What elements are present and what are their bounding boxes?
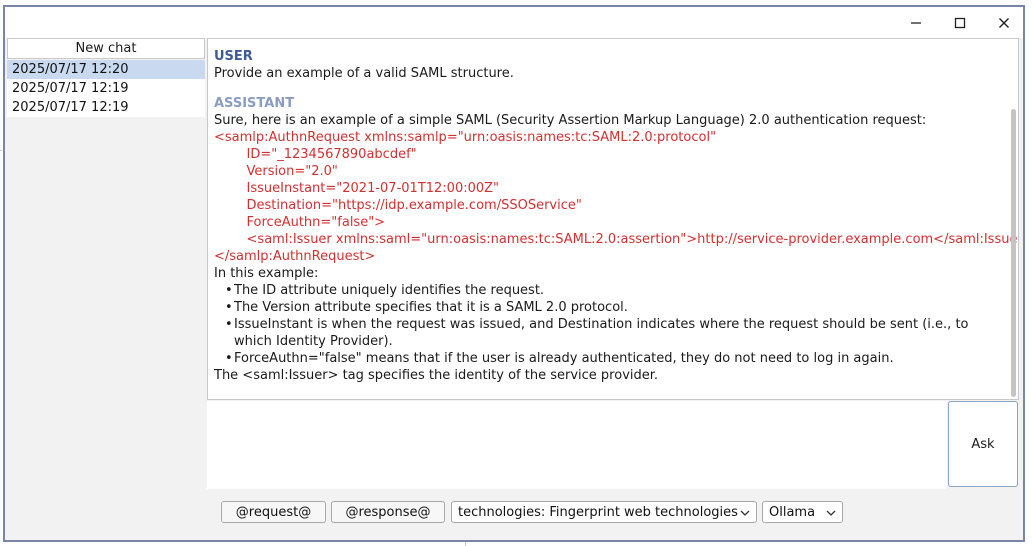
example-intro: In this example: xyxy=(214,266,319,281)
bullet-dot: • xyxy=(225,351,233,366)
chat-history-item[interactable]: 2025/07/17 12:19 xyxy=(7,98,205,117)
conversation-scrollbar[interactable] xyxy=(1009,109,1018,397)
user-message: Provide an example of a valid SAML struc… xyxy=(214,66,514,81)
model-select[interactable]: Ollama xyxy=(762,501,843,523)
conversation-view[interactable]: USER Provide an example of a valid SAML … xyxy=(207,38,1019,400)
code-line: ForceAuthn="false"> xyxy=(230,215,386,230)
technologies-select-value: technologies: Fingerprint web technologi… xyxy=(458,504,738,520)
code-line: Destination="https://idp.example.com/SSO… xyxy=(230,198,582,213)
chat-sidebar: New chat 2025/07/17 12:20 2025/07/17 12:… xyxy=(7,38,205,490)
chat-dialog-window: New chat 2025/07/17 12:20 2025/07/17 12:… xyxy=(3,5,1025,542)
user-role-label: USER xyxy=(214,49,253,64)
chat-history-item[interactable]: 2025/07/17 12:19 xyxy=(7,79,205,98)
closing-text: The <saml:Issuer> tag specifies the iden… xyxy=(214,368,659,383)
technologies-select[interactable]: technologies: Fingerprint web technologi… xyxy=(451,501,757,523)
new-chat-button[interactable]: New chat xyxy=(7,38,205,59)
minimize-icon xyxy=(911,22,921,24)
bullet-dot: • xyxy=(225,283,233,298)
insert-request-button[interactable]: @request@ xyxy=(221,501,326,523)
bullet-text: The ID attribute uniquely identifies the… xyxy=(234,283,545,298)
conversation-content: USER Provide an example of a valid SAML … xyxy=(214,48,1019,384)
bullet-text: ForceAuthn="false" means that if the use… xyxy=(234,351,894,366)
background-divider-left xyxy=(0,150,2,151)
scroll-thumb[interactable] xyxy=(1011,109,1016,397)
minimize-button[interactable] xyxy=(896,11,936,35)
close-icon xyxy=(999,18,1009,28)
maximize-button[interactable] xyxy=(940,11,980,35)
close-button[interactable] xyxy=(984,11,1024,35)
prompt-input[interactable] xyxy=(207,401,947,489)
bullet-item: • ForceAuthn="false" means that if the u… xyxy=(214,350,1004,367)
ask-button[interactable]: Ask xyxy=(948,401,1018,487)
code-line: </samlp:AuthnRequest> xyxy=(214,249,376,264)
title-bar xyxy=(5,7,1023,38)
chevron-down-icon xyxy=(826,510,836,516)
code-line: <samlp:AuthnRequest xmlns:samlp="urn:oas… xyxy=(214,130,717,145)
assistant-intro: Sure, here is an example of a simple SAM… xyxy=(214,113,927,128)
chat-history-list: 2025/07/17 12:20 2025/07/17 12:19 2025/0… xyxy=(7,60,205,117)
maximize-icon xyxy=(954,17,966,29)
chat-history-item[interactable]: 2025/07/17 12:20 xyxy=(7,60,205,79)
code-line: Version="2.0" xyxy=(230,164,338,179)
code-line: <saml:Issuer xmlns:saml="urn:oasis:names… xyxy=(230,232,1019,247)
bullet-dot: • xyxy=(225,317,233,332)
model-select-value: Ollama xyxy=(769,504,816,520)
code-line: ID="_1234567890abcdef" xyxy=(230,147,417,162)
chevron-down-icon xyxy=(740,510,750,516)
bullet-text: IssueInstant is when the request was iss… xyxy=(234,317,969,349)
bullet-dot: • xyxy=(225,300,233,315)
code-line: IssueInstant="2021-07-01T12:00:00Z" xyxy=(230,181,500,196)
bullet-item: • The Version attribute specifies that i… xyxy=(214,299,1004,316)
bullet-text: The Version attribute specifies that it … xyxy=(234,300,628,315)
insert-response-button[interactable]: @response@ xyxy=(331,501,445,523)
bottom-toolbar: @request@ @response@ technologies: Finge… xyxy=(5,501,1023,527)
bullet-item: • The ID attribute uniquely identifies t… xyxy=(214,282,1004,299)
bullet-item: • IssueInstant is when the request was i… xyxy=(214,316,1004,350)
assistant-role-label: ASSISTANT xyxy=(214,96,295,111)
